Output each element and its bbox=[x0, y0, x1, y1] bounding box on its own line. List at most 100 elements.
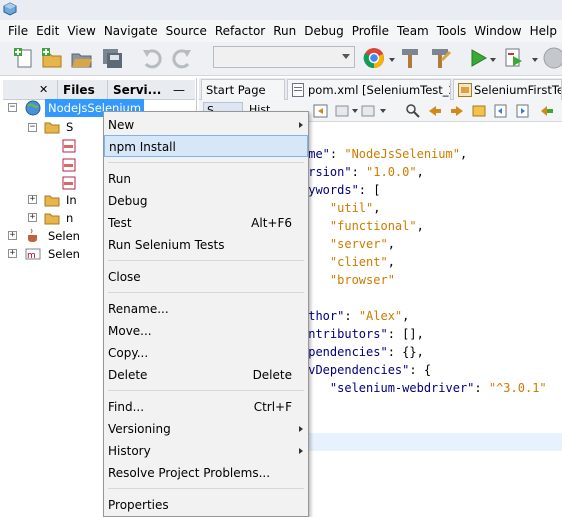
back-icon[interactable] bbox=[335, 103, 351, 119]
collapse-icon[interactable]: − bbox=[8, 103, 17, 112]
menu-source[interactable]: Source bbox=[162, 24, 211, 38]
chevron-down-icon[interactable] bbox=[389, 58, 395, 62]
build-hammer-icon[interactable] bbox=[398, 46, 422, 70]
menu-view[interactable]: View bbox=[63, 24, 99, 38]
menu-item-npm-install[interactable]: npm Install bbox=[104, 135, 308, 157]
menu-refactor[interactable]: Refactor bbox=[211, 24, 269, 38]
folder-icon bbox=[44, 195, 60, 207]
find-icon[interactable] bbox=[405, 103, 421, 119]
menu-item-run-selenium-tests[interactable]: Run Selenium Tests bbox=[104, 234, 308, 256]
code-punct: , bbox=[373, 201, 381, 215]
js-file-icon[interactable] bbox=[62, 158, 76, 172]
menu-debug[interactable]: Debug bbox=[300, 24, 347, 38]
tab-seleniumfirsttest[interactable]: SeleniumFirstTes bbox=[453, 79, 562, 100]
menu-item-label: Debug bbox=[108, 194, 148, 208]
code-string: "NodeJsSelenium" bbox=[344, 147, 460, 161]
chevron-down-icon[interactable] bbox=[380, 109, 386, 113]
new-project-icon[interactable] bbox=[40, 46, 64, 70]
configuration-select[interactable] bbox=[213, 46, 355, 68]
code-punct: , bbox=[416, 219, 424, 233]
tab-pom-xml[interactable]: pom.xml [SeleniumTest_2] bbox=[287, 79, 451, 100]
save-all-icon[interactable] bbox=[100, 46, 124, 70]
menu-profile[interactable]: Profile bbox=[348, 24, 393, 38]
expand-icon[interactable]: + bbox=[8, 249, 17, 258]
clean-build-icon[interactable] bbox=[428, 46, 452, 70]
open-project-icon[interactable] bbox=[70, 46, 94, 70]
code-line: ependencies": {}, bbox=[301, 343, 424, 361]
profile-icon[interactable] bbox=[542, 46, 562, 70]
menu-item-move[interactable]: Move... bbox=[104, 320, 308, 342]
new-file-icon[interactable] bbox=[12, 46, 36, 70]
chevron-down-icon[interactable] bbox=[352, 109, 358, 113]
shift-left-icon[interactable] bbox=[539, 103, 555, 119]
code-punct: : bbox=[351, 165, 367, 179]
tree-item-npm[interactable]: n bbox=[66, 209, 73, 227]
menu-tools[interactable]: Tools bbox=[433, 24, 471, 38]
collapse-icon[interactable]: − bbox=[28, 123, 37, 132]
menu-item-shortcut: Ctrl+F bbox=[253, 400, 292, 414]
menu-item-shortcut: Delete bbox=[252, 368, 292, 382]
code-line: eywords": [ bbox=[301, 181, 380, 199]
toggle-highlight-icon[interactable] bbox=[471, 103, 487, 119]
menu-edit[interactable]: Edit bbox=[32, 24, 63, 38]
menu-help[interactable]: Help bbox=[526, 24, 561, 38]
menu-item-label: Find... bbox=[108, 400, 145, 414]
menu-item-find[interactable]: Find... Ctrl+F bbox=[104, 396, 308, 418]
find-next-icon[interactable] bbox=[449, 103, 465, 119]
menu-item-run[interactable]: Run bbox=[104, 168, 308, 190]
forward-icon[interactable] bbox=[361, 103, 377, 119]
menu-item-label: Versioning bbox=[108, 422, 171, 436]
menu-item-properties[interactable]: Properties bbox=[104, 494, 308, 516]
menu-item-close[interactable]: Close bbox=[104, 266, 308, 288]
redo-icon[interactable] bbox=[170, 46, 194, 70]
tree-item-selenium-2[interactable]: Selen bbox=[48, 245, 80, 263]
js-file-icon[interactable] bbox=[62, 139, 76, 153]
expand-icon[interactable]: + bbox=[28, 213, 37, 222]
close-icon[interactable]: ✕ bbox=[39, 80, 49, 100]
tree-item-includes[interactable]: In bbox=[66, 191, 77, 209]
minimize-icon[interactable]: — bbox=[173, 80, 189, 100]
code-key: "selenium-webdriver" bbox=[329, 381, 475, 395]
menu-item-rename[interactable]: Rename... bbox=[104, 298, 308, 320]
menu-item-copy[interactable]: Copy... bbox=[104, 342, 308, 364]
code-punct: {}, bbox=[402, 345, 424, 359]
js-file-icon[interactable] bbox=[62, 176, 76, 190]
run-icon[interactable] bbox=[466, 46, 490, 70]
menu-run[interactable]: Run bbox=[269, 24, 300, 38]
expand-icon[interactable]: + bbox=[28, 195, 37, 204]
menu-item-resolve-project-problems[interactable]: Resolve Project Problems... bbox=[104, 462, 308, 484]
tree-item-sources[interactable]: S bbox=[66, 118, 73, 136]
tab-services[interactable]: Servi... bbox=[107, 80, 161, 100]
menu-item-new[interactable]: New bbox=[104, 114, 308, 136]
menu-item-history[interactable]: History bbox=[104, 440, 308, 462]
menu-separator bbox=[108, 488, 304, 489]
menu-team[interactable]: Team bbox=[393, 24, 433, 38]
previous-bookmark-icon[interactable] bbox=[493, 103, 509, 119]
code-line: ontributors": [], bbox=[301, 325, 424, 343]
expand-icon[interactable]: + bbox=[8, 231, 17, 240]
find-previous-icon[interactable] bbox=[427, 103, 443, 119]
menu-separator bbox=[108, 162, 304, 163]
code-punct: : bbox=[358, 183, 374, 197]
menu-item-versioning[interactable]: Versioning bbox=[104, 418, 308, 440]
last-edit-icon[interactable] bbox=[313, 103, 329, 119]
submenu-arrow-icon bbox=[299, 448, 303, 454]
menu-item-test[interactable]: Test Alt+F6 bbox=[104, 212, 308, 234]
menu-navigate[interactable]: Navigate bbox=[100, 24, 162, 38]
menu-item-delete[interactable]: Delete Delete bbox=[104, 364, 308, 386]
chrome-browser-icon[interactable] bbox=[362, 46, 386, 70]
tree-item-selenium-1[interactable]: Selen bbox=[48, 227, 80, 245]
folder-icon bbox=[44, 122, 60, 134]
menu-file[interactable]: File bbox=[4, 24, 32, 38]
next-bookmark-icon[interactable] bbox=[515, 103, 531, 119]
tab-start-page[interactable]: Start Page bbox=[201, 79, 285, 100]
chevron-down-icon[interactable] bbox=[532, 58, 538, 62]
code-line: "util", bbox=[301, 199, 381, 217]
tab-files[interactable]: Files bbox=[57, 80, 95, 100]
menu-window[interactable]: Window bbox=[470, 24, 525, 38]
menu-item-debug[interactable]: Debug bbox=[104, 190, 308, 212]
submenu-arrow-icon bbox=[299, 426, 303, 432]
debug-icon[interactable] bbox=[502, 46, 526, 70]
undo-icon[interactable] bbox=[140, 46, 164, 70]
chevron-down-icon[interactable] bbox=[490, 58, 496, 62]
